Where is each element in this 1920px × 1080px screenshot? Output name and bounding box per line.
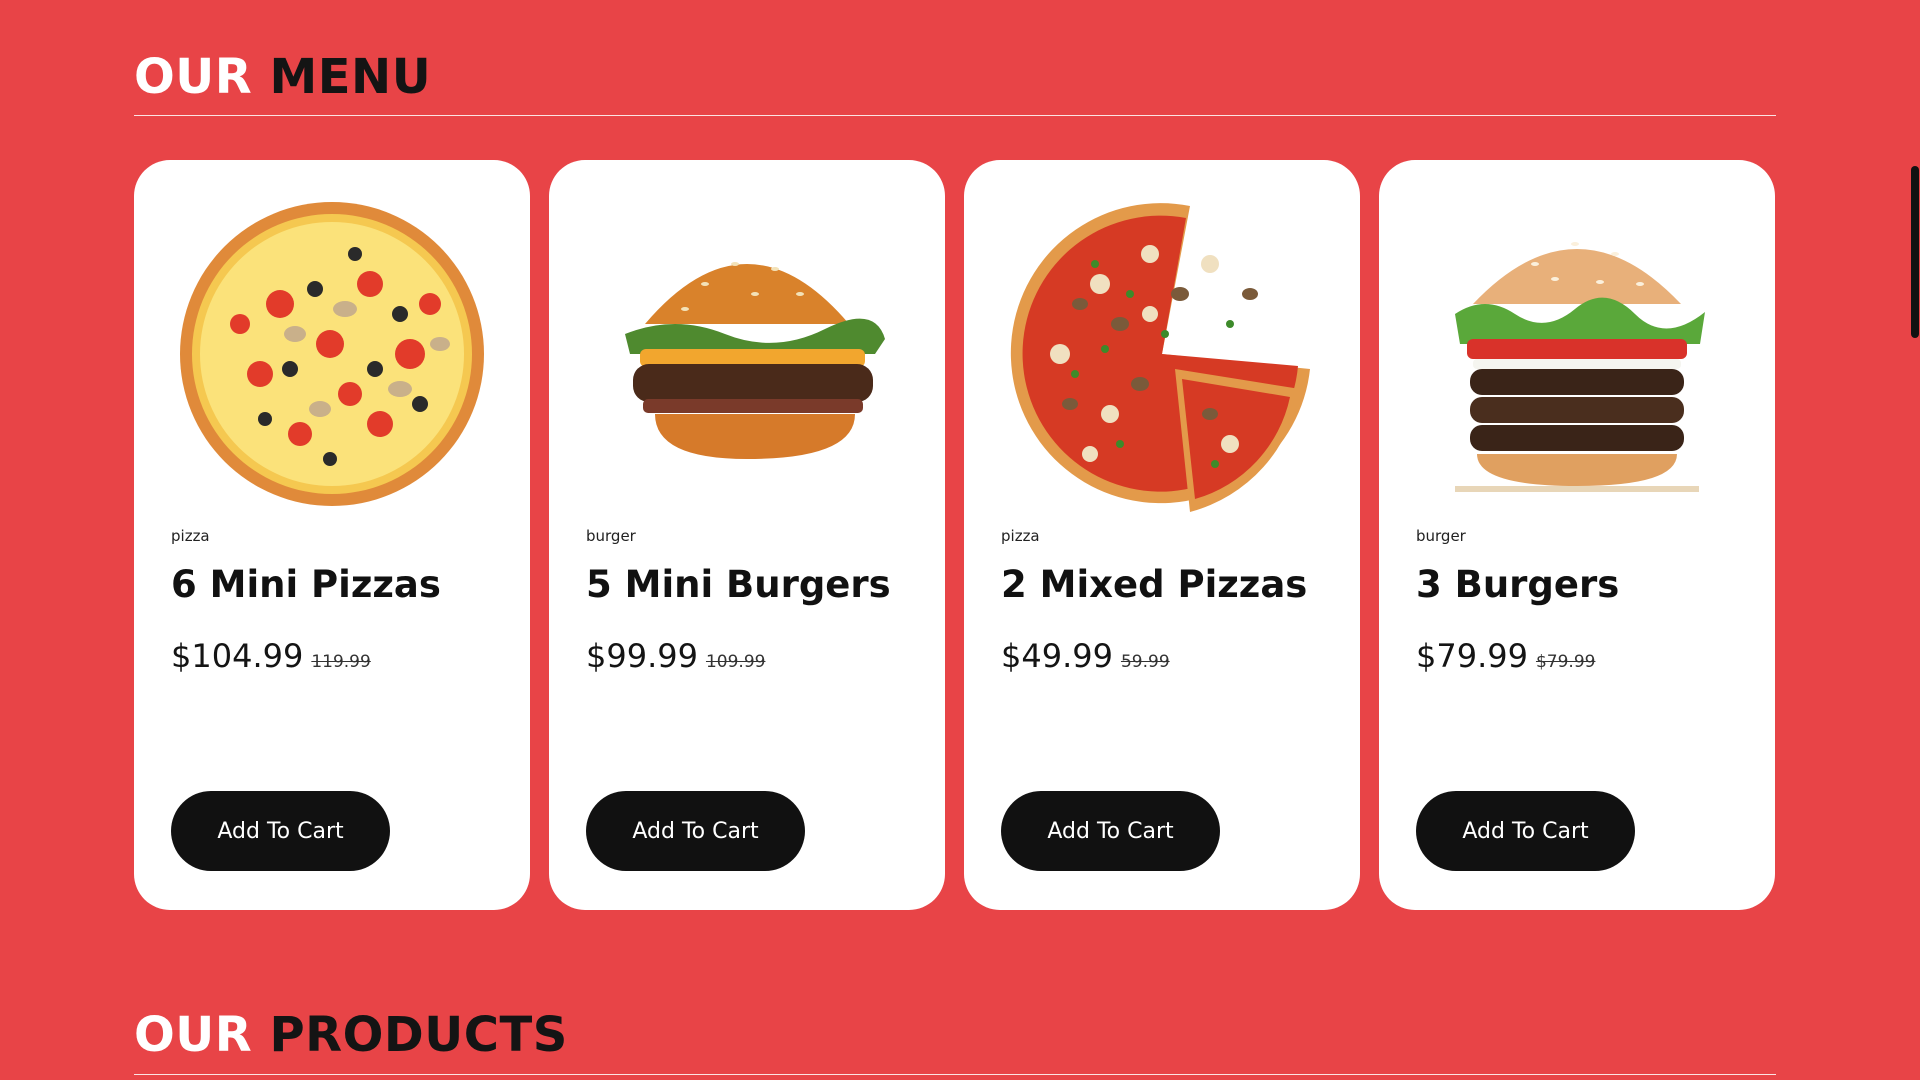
card-category: burger — [586, 527, 636, 545]
add-to-cart-button[interactable]: Add To Cart — [586, 791, 805, 871]
scrollbar-thumb[interactable] — [1911, 166, 1919, 338]
add-to-cart-button[interactable]: Add To Cart — [1416, 791, 1635, 871]
menu-card: pizza 6 Mini Pizzas $104.99 119.99 Add T… — [134, 160, 530, 910]
card-category: burger — [1416, 527, 1466, 545]
current-price: $104.99 — [171, 637, 304, 675]
mini-burgers-image — [585, 194, 909, 514]
menu-section-title: OUR MENU — [134, 53, 431, 101]
page-scrollbar[interactable] — [1910, 0, 1920, 1080]
card-name: 5 Mini Burgers — [586, 563, 891, 606]
products-title-word2: PRODUCTS — [269, 1007, 568, 1063]
card-price: $79.99 $79.99 — [1416, 637, 1595, 675]
card-price: $49.99 59.99 — [1001, 637, 1170, 675]
menu-card: burger 3 Burgers $79.99 $79.99 Add To Ca… — [1379, 160, 1775, 910]
old-price: 59.99 — [1120, 652, 1170, 672]
products-title-word1: OUR — [134, 1007, 253, 1063]
card-category: pizza — [171, 527, 210, 545]
mini-pizzas-image — [170, 194, 494, 514]
card-price: $99.99 109.99 — [586, 637, 765, 675]
card-name: 6 Mini Pizzas — [171, 563, 441, 606]
old-price: $79.99 — [1535, 652, 1596, 672]
menu-title-word1: OUR — [134, 49, 253, 105]
burgers-image — [1415, 194, 1739, 514]
card-price: $104.99 119.99 — [171, 637, 371, 675]
add-to-cart-button[interactable]: Add To Cart — [1001, 791, 1220, 871]
old-price: 119.99 — [311, 652, 371, 672]
menu-card: burger 5 Mini Burgers $99.99 109.99 Add … — [549, 160, 945, 910]
menu-title-word2: MENU — [269, 49, 432, 105]
menu-card: pizza 2 Mixed Pizzas $49.99 59.99 Add To… — [964, 160, 1360, 910]
card-name: 2 Mixed Pizzas — [1001, 563, 1308, 606]
current-price: $49.99 — [1001, 637, 1113, 675]
current-price: $99.99 — [586, 637, 698, 675]
old-price: 109.99 — [705, 652, 766, 672]
card-name: 3 Burgers — [1416, 563, 1620, 606]
current-price: $79.99 — [1416, 637, 1528, 675]
mixed-pizzas-image — [1000, 194, 1324, 514]
products-section-title: OUR PRODUCTS — [134, 1011, 568, 1059]
menu-cards: pizza 6 Mini Pizzas $104.99 119.99 Add T… — [134, 160, 1776, 910]
products-divider — [134, 1074, 1776, 1075]
card-category: pizza — [1001, 527, 1040, 545]
add-to-cart-button[interactable]: Add To Cart — [171, 791, 390, 871]
menu-divider — [134, 115, 1776, 116]
